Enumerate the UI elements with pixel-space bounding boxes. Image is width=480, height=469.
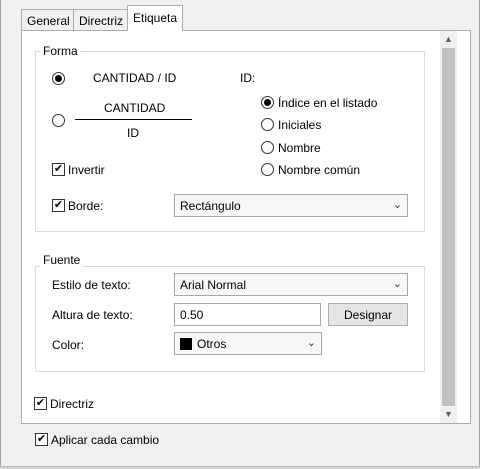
scrollbar-thumb[interactable] <box>442 48 455 406</box>
check-icon: ✔ <box>36 433 47 445</box>
altura-input[interactable]: 0.50 <box>174 303 321 326</box>
option-single-line-label: CANTIDAD / ID <box>93 71 177 85</box>
id-option-nombre-label: Nombre <box>278 141 321 155</box>
radio-id-indice[interactable] <box>261 96 274 109</box>
directriz-checkbox[interactable]: ✔ <box>34 397 47 410</box>
tab-etiqueta[interactable]: Etiqueta <box>127 5 184 31</box>
check-icon: ✔ <box>53 163 64 175</box>
fuente-legend: Fuente <box>40 253 84 267</box>
id-option-nombre-comun-label: Nombre común <box>278 163 361 177</box>
scroll-down-icon[interactable]: ▼ <box>440 406 457 423</box>
fraction-line <box>75 119 192 120</box>
directriz-label: Directriz <box>50 397 94 411</box>
scroll-up-icon[interactable]: ▲ <box>440 31 457 48</box>
window-left-border <box>0 0 1 469</box>
tab-directriz[interactable]: Directriz <box>73 9 129 30</box>
aplicar-checkbox[interactable]: ✔ <box>35 433 48 446</box>
altura-label: Altura de texto: <box>52 308 133 322</box>
forma-legend: Forma <box>40 44 81 58</box>
chevron-down-icon: ⌄ <box>392 199 402 211</box>
radio-id-nombre-comun[interactable] <box>261 163 274 176</box>
color-swatch <box>180 338 192 350</box>
borde-dropdown-value: Rectángulo <box>180 199 241 213</box>
color-dropdown[interactable]: Otros ⌄ <box>174 332 322 355</box>
option-stacked-bottom-label: ID <box>127 126 139 140</box>
color-label: Color: <box>52 338 85 352</box>
radio-single-line[interactable] <box>52 72 65 85</box>
estilo-label: Estilo de texto: <box>52 278 131 292</box>
id-option-iniciales-label: Iniciales <box>278 118 322 132</box>
invertir-checkbox[interactable]: ✔ <box>52 163 65 176</box>
estilo-dropdown-value: Arial Normal <box>180 278 247 292</box>
color-dropdown-value: Otros <box>197 337 227 351</box>
altura-input-value: 0.50 <box>180 308 204 322</box>
aplicar-label: Aplicar cada cambio <box>51 433 160 447</box>
borde-dropdown[interactable]: Rectángulo ⌄ <box>174 194 408 217</box>
estilo-dropdown[interactable]: Arial Normal ⌄ <box>174 273 408 296</box>
check-icon: ✔ <box>53 199 64 211</box>
radio-id-iniciales[interactable] <box>261 118 274 131</box>
radio-id-nombre[interactable] <box>261 141 274 154</box>
id-option-indice-label: Índice en el listado <box>278 96 378 110</box>
check-icon: ✔ <box>35 397 46 409</box>
radio-stacked[interactable] <box>52 114 65 127</box>
chevron-down-icon: ⌄ <box>306 337 316 349</box>
option-stacked-top-label: CANTIDAD <box>104 101 166 115</box>
id-label: ID: <box>240 71 256 85</box>
borde-label: Borde: <box>68 199 104 213</box>
tab-general[interactable]: General <box>21 9 76 30</box>
designar-button[interactable]: Designar <box>328 303 408 326</box>
borde-checkbox[interactable]: ✔ <box>52 199 65 212</box>
invertir-label: Invertir <box>68 163 105 177</box>
chevron-down-icon: ⌄ <box>392 278 402 290</box>
vertical-scrollbar[interactable]: ▲ ▼ <box>440 31 457 423</box>
